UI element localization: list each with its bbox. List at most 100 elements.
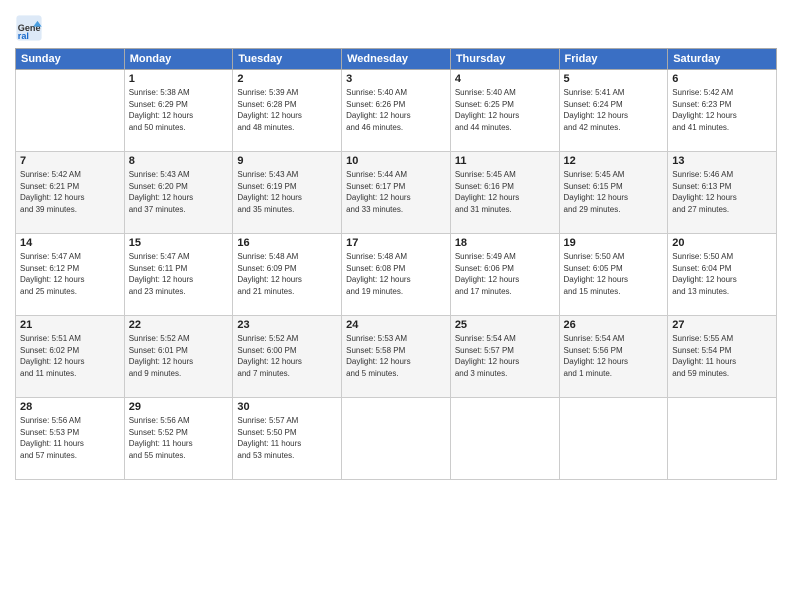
calendar-cell: [342, 398, 451, 480]
calendar-cell: 27 Sunrise: 5:55 AM Sunset: 5:54 PM Dayli…: [668, 316, 777, 398]
day-info: Sunrise: 5:42 AM Sunset: 6:23 PM Dayligh…: [672, 87, 772, 133]
day-number: 19: [564, 237, 664, 249]
day-info: Sunrise: 5:57 AM Sunset: 5:50 PM Dayligh…: [237, 415, 337, 461]
calendar-cell: 20 Sunrise: 5:50 AM Sunset: 6:04 PM Dayli…: [668, 234, 777, 316]
day-number: 20: [672, 237, 772, 249]
calendar-cell: 17 Sunrise: 5:48 AM Sunset: 6:08 PM Dayli…: [342, 234, 451, 316]
day-number: 24: [346, 319, 446, 331]
day-info: Sunrise: 5:56 AM Sunset: 5:53 PM Dayligh…: [20, 415, 120, 461]
day-number: 8: [129, 155, 229, 167]
calendar-cell: [16, 70, 125, 152]
calendar-cell: 7Sunrise: 5:42 AM Sunset: 6:21 PM Daylig…: [16, 152, 125, 234]
day-info: Sunrise: 5:51 AM Sunset: 6:02 PM Dayligh…: [20, 333, 120, 379]
day-info: Sunrise: 5:45 AM Sunset: 6:16 PM Dayligh…: [455, 169, 555, 215]
calendar-cell: 1 Sunrise: 5:38 AM Sunset: 6:29 PM Daylig…: [124, 70, 233, 152]
calendar-cell: 18 Sunrise: 5:49 AM Sunset: 6:06 PM Dayli…: [450, 234, 559, 316]
calendar-cell: 23 Sunrise: 5:52 AM Sunset: 6:00 PM Dayli…: [233, 316, 342, 398]
weekday-header-tuesday: Tuesday: [233, 49, 342, 70]
calendar-cell: 25 Sunrise: 5:54 AM Sunset: 5:57 PM Dayli…: [450, 316, 559, 398]
logo: Gene ral: [15, 14, 47, 42]
day-number: 28: [20, 401, 120, 413]
calendar-cell: 11 Sunrise: 5:45 AM Sunset: 6:16 PM Dayli…: [450, 152, 559, 234]
calendar-cell: 22 Sunrise: 5:52 AM Sunset: 6:01 PM Dayli…: [124, 316, 233, 398]
day-number: 9: [237, 155, 337, 167]
calendar-cell: 4 Sunrise: 5:40 AM Sunset: 6:25 PM Daylig…: [450, 70, 559, 152]
day-number: 5: [564, 73, 664, 85]
day-info: Sunrise: 5:54 AM Sunset: 5:57 PM Dayligh…: [455, 333, 555, 379]
day-number: 1: [129, 73, 229, 85]
day-number: 23: [237, 319, 337, 331]
calendar-cell: 19 Sunrise: 5:50 AM Sunset: 6:05 PM Dayli…: [559, 234, 668, 316]
calendar-cell: 10 Sunrise: 5:44 AM Sunset: 6:17 PM Dayli…: [342, 152, 451, 234]
day-number: 14: [20, 237, 120, 249]
day-info: Sunrise: 5:53 AM Sunset: 5:58 PM Dayligh…: [346, 333, 446, 379]
calendar-cell: 24 Sunrise: 5:53 AM Sunset: 5:58 PM Dayli…: [342, 316, 451, 398]
day-info: Sunrise: 5:54 AM Sunset: 5:56 PM Dayligh…: [564, 333, 664, 379]
day-number: 7: [20, 155, 120, 167]
calendar-cell: 8Sunrise: 5:43 AM Sunset: 6:20 PM Daylig…: [124, 152, 233, 234]
calendar-cell: 13 Sunrise: 5:46 AM Sunset: 6:13 PM Dayli…: [668, 152, 777, 234]
day-number: 21: [20, 319, 120, 331]
calendar-cell: 26 Sunrise: 5:54 AM Sunset: 5:56 PM Dayli…: [559, 316, 668, 398]
day-number: 3: [346, 73, 446, 85]
day-info: Sunrise: 5:39 AM Sunset: 6:28 PM Dayligh…: [237, 87, 337, 133]
weekday-header-thursday: Thursday: [450, 49, 559, 70]
day-number: 6: [672, 73, 772, 85]
day-info: Sunrise: 5:47 AM Sunset: 6:12 PM Dayligh…: [20, 251, 120, 297]
calendar-table: SundayMondayTuesdayWednesdayThursdayFrid…: [15, 48, 777, 480]
day-info: Sunrise: 5:45 AM Sunset: 6:15 PM Dayligh…: [564, 169, 664, 215]
day-number: 30: [237, 401, 337, 413]
day-number: 27: [672, 319, 772, 331]
day-number: 11: [455, 155, 555, 167]
day-number: 12: [564, 155, 664, 167]
calendar-cell: 2 Sunrise: 5:39 AM Sunset: 6:28 PM Daylig…: [233, 70, 342, 152]
day-number: 18: [455, 237, 555, 249]
day-info: Sunrise: 5:48 AM Sunset: 6:09 PM Dayligh…: [237, 251, 337, 297]
day-info: Sunrise: 5:38 AM Sunset: 6:29 PM Dayligh…: [129, 87, 229, 133]
svg-text:ral: ral: [18, 31, 29, 41]
calendar-cell: 15 Sunrise: 5:47 AM Sunset: 6:11 PM Dayli…: [124, 234, 233, 316]
day-info: Sunrise: 5:50 AM Sunset: 6:05 PM Dayligh…: [564, 251, 664, 297]
weekday-header-sunday: Sunday: [16, 49, 125, 70]
day-number: 26: [564, 319, 664, 331]
day-info: Sunrise: 5:52 AM Sunset: 6:01 PM Dayligh…: [129, 333, 229, 379]
day-number: 4: [455, 73, 555, 85]
day-info: Sunrise: 5:56 AM Sunset: 5:52 PM Dayligh…: [129, 415, 229, 461]
calendar-cell: 28 Sunrise: 5:56 AM Sunset: 5:53 PM Dayli…: [16, 398, 125, 480]
calendar-cell: [559, 398, 668, 480]
day-info: Sunrise: 5:44 AM Sunset: 6:17 PM Dayligh…: [346, 169, 446, 215]
weekday-header-saturday: Saturday: [668, 49, 777, 70]
calendar-cell: 9Sunrise: 5:43 AM Sunset: 6:19 PM Daylig…: [233, 152, 342, 234]
day-info: Sunrise: 5:50 AM Sunset: 6:04 PM Dayligh…: [672, 251, 772, 297]
day-info: Sunrise: 5:40 AM Sunset: 6:26 PM Dayligh…: [346, 87, 446, 133]
day-info: Sunrise: 5:52 AM Sunset: 6:00 PM Dayligh…: [237, 333, 337, 379]
day-info: Sunrise: 5:55 AM Sunset: 5:54 PM Dayligh…: [672, 333, 772, 379]
calendar-cell: 12 Sunrise: 5:45 AM Sunset: 6:15 PM Dayli…: [559, 152, 668, 234]
calendar-cell: 21 Sunrise: 5:51 AM Sunset: 6:02 PM Dayli…: [16, 316, 125, 398]
day-number: 16: [237, 237, 337, 249]
day-number: 10: [346, 155, 446, 167]
day-info: Sunrise: 5:48 AM Sunset: 6:08 PM Dayligh…: [346, 251, 446, 297]
day-number: 13: [672, 155, 772, 167]
day-info: Sunrise: 5:40 AM Sunset: 6:25 PM Dayligh…: [455, 87, 555, 133]
calendar-cell: 30 Sunrise: 5:57 AM Sunset: 5:50 PM Dayli…: [233, 398, 342, 480]
day-number: 25: [455, 319, 555, 331]
calendar-cell: 3 Sunrise: 5:40 AM Sunset: 6:26 PM Daylig…: [342, 70, 451, 152]
day-info: Sunrise: 5:46 AM Sunset: 6:13 PM Dayligh…: [672, 169, 772, 215]
calendar-cell: 16 Sunrise: 5:48 AM Sunset: 6:09 PM Dayli…: [233, 234, 342, 316]
day-info: Sunrise: 5:41 AM Sunset: 6:24 PM Dayligh…: [564, 87, 664, 133]
calendar-cell: 6 Sunrise: 5:42 AM Sunset: 6:23 PM Daylig…: [668, 70, 777, 152]
day-number: 17: [346, 237, 446, 249]
calendar-cell: [668, 398, 777, 480]
day-info: Sunrise: 5:47 AM Sunset: 6:11 PM Dayligh…: [129, 251, 229, 297]
day-number: 2: [237, 73, 337, 85]
day-info: Sunrise: 5:49 AM Sunset: 6:06 PM Dayligh…: [455, 251, 555, 297]
weekday-header-monday: Monday: [124, 49, 233, 70]
weekday-header-wednesday: Wednesday: [342, 49, 451, 70]
weekday-header-friday: Friday: [559, 49, 668, 70]
calendar-cell: 14 Sunrise: 5:47 AM Sunset: 6:12 PM Dayli…: [16, 234, 125, 316]
day-number: 29: [129, 401, 229, 413]
calendar-cell: 29 Sunrise: 5:56 AM Sunset: 5:52 PM Dayli…: [124, 398, 233, 480]
day-number: 15: [129, 237, 229, 249]
day-number: 22: [129, 319, 229, 331]
